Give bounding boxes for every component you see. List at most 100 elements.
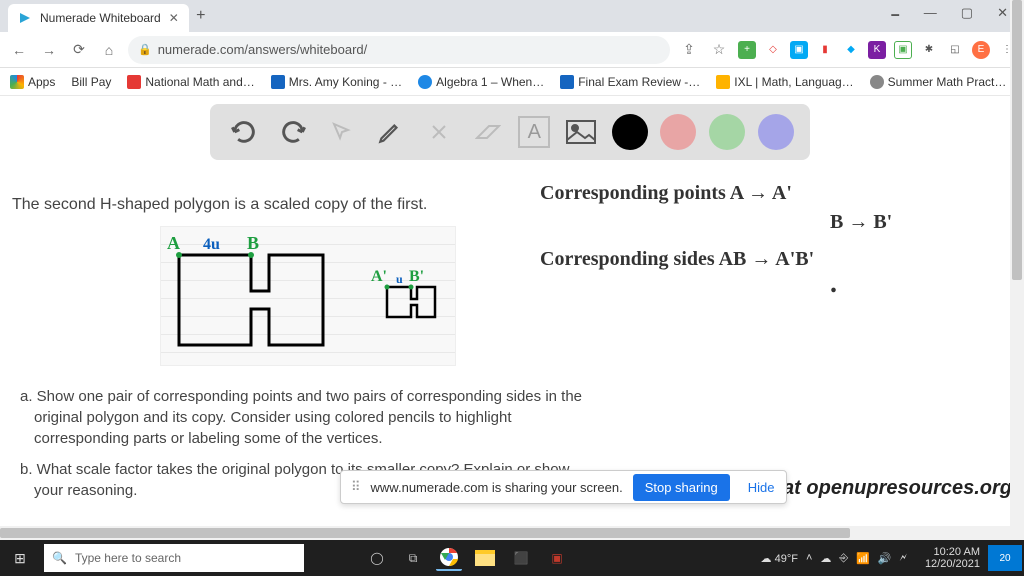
color-purple[interactable] [758, 114, 794, 150]
reload-button[interactable]: ⟳ [68, 41, 90, 58]
stop-sharing-button[interactable]: Stop sharing [633, 474, 730, 501]
extension-icons: + ◇ ▣ ▮ ◆ K ▣ ✱ ◱ E ⋮ [738, 41, 1016, 59]
browser-tab[interactable]: Numerade Whiteboard ✕ [8, 4, 189, 32]
scrollbar-thumb[interactable] [0, 528, 850, 538]
label-B: B [247, 233, 259, 253]
taskbar-search[interactable]: 🔍 Type here to search [44, 544, 304, 572]
share-grip-icon[interactable]: ⠿ [351, 479, 361, 495]
ext-icon-3[interactable]: ▣ [790, 41, 808, 59]
bookmark-favicon [127, 75, 141, 89]
bookmark-item[interactable]: IXL | Math, Languag… [716, 75, 853, 89]
wifi-icon[interactable]: 📶 [856, 552, 870, 565]
tray-icon[interactable]: ⎆ [839, 552, 848, 565]
start-button[interactable]: ⊞ [0, 550, 40, 567]
image-tool[interactable] [563, 114, 599, 150]
bookmark-favicon [271, 75, 285, 89]
eraser-tool[interactable] [470, 114, 506, 150]
color-black[interactable] [612, 114, 648, 150]
apps-icon [10, 75, 24, 89]
label-Bprime: B' [409, 268, 424, 285]
windows-taskbar: ⊞ 🔍 Type here to search ◯ ⧉ ⬛ ▣ ☁ 49°F ˄… [0, 540, 1024, 576]
page-content: A The second H-shaped polygon is a scale… [0, 96, 1024, 540]
profile-avatar[interactable]: E [972, 41, 990, 59]
volume-icon[interactable]: 🔊 [878, 552, 892, 565]
bookmarks-bar: Apps Bill Pay National Math and… Mrs. Am… [0, 68, 1024, 96]
text-tool[interactable]: A [518, 116, 550, 148]
battery-icon[interactable]: 🗲 [900, 552, 907, 565]
ext-icon-7[interactable]: ▣ [894, 41, 912, 59]
star-icon[interactable]: ☆ [708, 41, 730, 58]
undo-button[interactable] [226, 114, 262, 150]
app-icon[interactable]: ▣ [544, 545, 570, 571]
vertical-scrollbar[interactable] [1010, 0, 1024, 540]
tab-favicon [18, 11, 32, 25]
handwriting-area: Corresponding points A → A' B → B' Corre… [540, 182, 1000, 297]
taskbar-clock[interactable]: 10:20 AM 12/20/2021 [917, 546, 988, 570]
bookmark-item[interactable]: Bill Pay [71, 75, 111, 89]
tools-button[interactable] [421, 114, 457, 150]
search-icon: 🔍 [52, 551, 67, 565]
hand-line-1: Corresponding points A → A' [540, 182, 1000, 205]
hand-line-3: Corresponding sides AB → A'B' [540, 248, 1000, 271]
bookmark-favicon [716, 75, 730, 89]
bookmark-item[interactable]: Final Exam Review -… [560, 75, 700, 89]
apps-button[interactable]: Apps [10, 75, 55, 89]
onedrive-icon[interactable]: ☁ [820, 552, 831, 565]
ext-icon-1[interactable]: + [738, 41, 756, 59]
ext-icon-4[interactable]: ▮ [816, 41, 834, 59]
new-tab-button[interactable]: + [189, 7, 213, 25]
share-icon[interactable]: ⇪ [678, 41, 700, 58]
redo-button[interactable] [275, 114, 311, 150]
diagram-area: A 4u B A' u B' [160, 226, 456, 366]
weather-widget[interactable]: ☁ 49°F [761, 552, 798, 565]
window-minimize-down-icon[interactable]: — [924, 5, 937, 27]
bookmark-item[interactable]: Algebra 1 – When… [418, 75, 544, 89]
hand-line-2: B → B' [540, 211, 1000, 234]
url-bar: ← → ⟳ ⌂ 🔒 numerade.com/answers/whiteboar… [0, 32, 1024, 68]
bookmark-item[interactable]: Summer Math Pract… [870, 75, 1007, 89]
explorer-icon[interactable] [472, 545, 498, 571]
tab-close-icon[interactable]: ✕ [169, 11, 179, 25]
ext-icon-2[interactable]: ◇ [764, 41, 782, 59]
horizontal-scrollbar[interactable] [0, 526, 1010, 540]
url-text: numerade.com/answers/whiteboard/ [158, 42, 368, 57]
back-button[interactable]: ← [8, 42, 30, 58]
label-A: A [167, 233, 180, 253]
ext-icon-6[interactable]: K [868, 41, 886, 59]
lock-icon: 🔒 [138, 43, 152, 56]
ext-icon-5[interactable]: ◆ [842, 41, 860, 59]
question-intro: The second H-shaped polygon is a scaled … [12, 196, 427, 214]
pointer-tool[interactable] [324, 114, 360, 150]
label-u: u [396, 272, 403, 286]
browser-titlebar: Numerade Whiteboard ✕ + 🗕 — ▢ ✕ [0, 0, 1024, 32]
question-a: a. Show one pair of corresponding points… [20, 386, 600, 449]
task-view-button[interactable]: ◯ [364, 545, 390, 571]
window-minimize-icon[interactable]: 🗕 [891, 5, 900, 27]
store-icon[interactable]: ⬛ [508, 545, 534, 571]
bookmark-item[interactable]: National Math and… [127, 75, 254, 89]
label-4u: 4u [203, 236, 220, 253]
address-bar[interactable]: 🔒 numerade.com/answers/whiteboard/ [128, 36, 670, 64]
hide-sharebar-button[interactable]: Hide [740, 480, 783, 495]
bookmark-favicon [560, 75, 574, 89]
bookmark-favicon [418, 75, 432, 89]
pen-tool[interactable] [372, 114, 408, 150]
action-center-button[interactable]: 20 [988, 545, 1022, 571]
color-green[interactable] [709, 114, 745, 150]
label-Aprime: A' [371, 268, 387, 285]
tray-chevron-icon[interactable]: ˄ [806, 552, 812, 564]
cortana-button[interactable]: ⧉ [400, 545, 426, 571]
home-button[interactable]: ⌂ [98, 42, 120, 58]
forward-button[interactable]: → [38, 42, 60, 58]
chrome-icon[interactable] [436, 545, 462, 571]
screen-share-bar: ⠿ www.numerade.com is sharing your scree… [340, 470, 787, 504]
share-message: www.numerade.com is sharing your screen. [371, 480, 623, 495]
scrollbar-thumb[interactable] [1012, 0, 1022, 280]
window-maximize-icon[interactable]: ▢ [961, 5, 973, 27]
bookmark-item[interactable]: Mrs. Amy Koning - … [271, 75, 402, 89]
window-close-icon[interactable]: ✕ [997, 5, 1008, 27]
extensions-menu-icon[interactable]: ✱ [920, 41, 938, 59]
cast-icon[interactable]: ◱ [946, 41, 964, 59]
bookmark-favicon [870, 75, 884, 89]
color-red[interactable] [660, 114, 696, 150]
